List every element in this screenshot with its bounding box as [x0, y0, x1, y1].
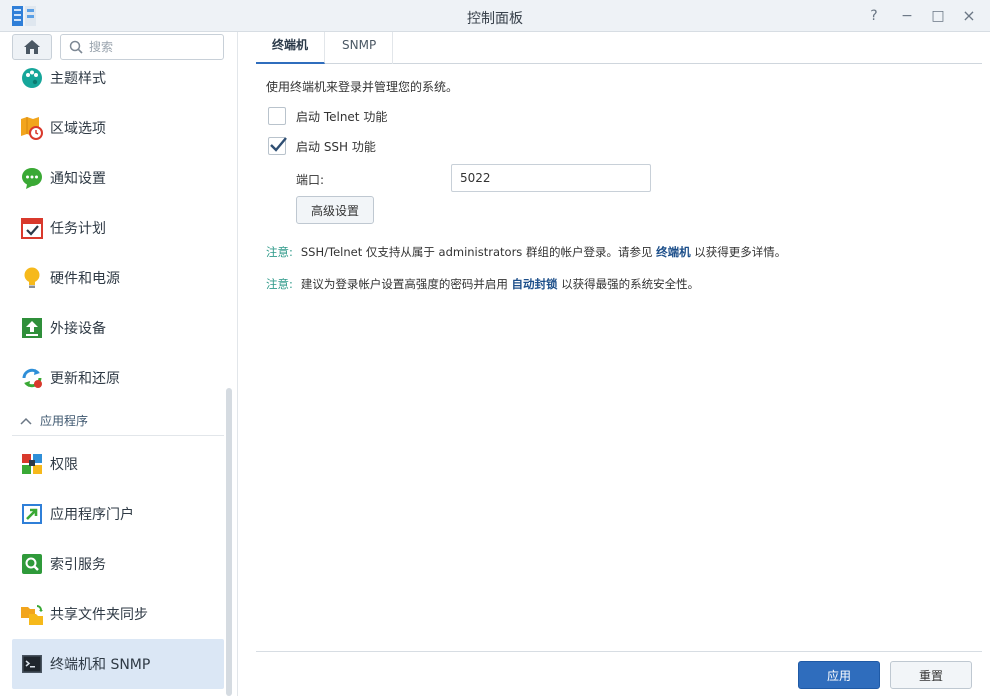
note-text: SSH/Telnet 仅支持从属于 administrators 群组的帐户登录… [300, 245, 653, 259]
note-text: 建议为登录帐户设置高强度的密码并启用 [300, 277, 508, 291]
permission-blocks-icon [22, 454, 42, 474]
note-tag: 注意: [266, 245, 293, 259]
terminal-icon [22, 655, 42, 673]
note-tag: 注意: [266, 277, 293, 291]
sidebar-item-indexing-service[interactable]: 索引服务 [12, 539, 224, 589]
reset-button[interactable]: 重置 [890, 661, 972, 689]
advanced-settings-button[interactable]: 高级设置 [296, 196, 374, 224]
close-button[interactable]: × [959, 6, 979, 26]
telnet-toggle[interactable]: 启动 Telnet 功能 [268, 106, 387, 126]
sidebar-item-label: 区域选项 [50, 121, 106, 137]
sidebar-item-notification[interactable]: 通知设置 [12, 153, 224, 203]
apply-button[interactable]: 应用 [798, 661, 880, 689]
refresh-icon [22, 368, 42, 388]
palette-icon [22, 68, 42, 88]
main-panel: 终端机 SNMP 使用终端机来登录并管理您的系统。 启动 Telnet 功能 启… [256, 32, 982, 696]
sidebar-item-theme[interactable]: 主题样式 [12, 53, 224, 103]
sidebar-item-label: 权限 [50, 457, 78, 473]
port-input[interactable] [451, 164, 651, 192]
sidebar-item-label: 外接设备 [50, 321, 106, 337]
tab-bar: 终端机 SNMP [256, 32, 982, 64]
port-label: 端口: [296, 173, 325, 187]
section-applications-header[interactable]: 应用程序 [12, 406, 224, 436]
checkmark-icon [270, 137, 287, 152]
sidebar-item-label: 任务计划 [50, 221, 106, 237]
calendar-check-icon [21, 218, 43, 239]
title-bar: 控制面板 ? − □ × [0, 0, 990, 32]
terminal-description: 使用终端机来登录并管理您的系统。 [266, 80, 459, 94]
sidebar-item-label: 通知设置 [50, 171, 106, 187]
sidebar: 主题样式 区域选项 通知设置 任务计划 硬件和电源 [0, 32, 238, 696]
sidebar-item-external-devices[interactable]: 外接设备 [12, 303, 224, 353]
tab-snmp[interactable]: SNMP [326, 32, 394, 64]
sidebar-item-label: 共享文件夹同步 [50, 607, 148, 623]
folder-sync-icon [21, 605, 43, 625]
maximize-button[interactable]: □ [928, 6, 948, 26]
sidebar-item-label: 终端机和 SNMP [50, 657, 151, 673]
footer-divider [256, 651, 982, 652]
search-icon [69, 40, 83, 54]
minimize-button[interactable]: − [897, 6, 917, 26]
auto-block-link[interactable]: 自动封锁 [512, 277, 558, 291]
chat-bubble-icon [22, 168, 42, 189]
ssh-toggle[interactable]: 启动 SSH 功能 [268, 136, 376, 156]
note-text: 以获得更多详情。 [694, 245, 787, 259]
note-security: 注意: 建议为登录帐户设置高强度的密码并启用 自动封锁 以获得最强的系统安全性。 [266, 276, 699, 292]
sidebar-item-label: 应用程序门户 [50, 507, 134, 523]
tab-terminal[interactable]: 终端机 [256, 32, 326, 64]
terminal-link[interactable]: 终端机 [656, 245, 691, 259]
sidebar-item-shared-folder-sync[interactable]: 共享文件夹同步 [12, 589, 224, 639]
telnet-checkbox[interactable] [268, 107, 286, 125]
sidebar-item-task-scheduler[interactable]: 任务计划 [12, 203, 224, 253]
note-ssh-telnet: 注意: SSH/Telnet 仅支持从属于 administrators 群组的帐… [266, 244, 786, 260]
portal-arrow-icon [22, 504, 42, 524]
help-button[interactable]: ? [864, 6, 884, 26]
sidebar-item-label: 更新和还原 [50, 371, 120, 387]
map-clock-icon [21, 117, 43, 140]
sidebar-item-label: 硬件和电源 [50, 271, 120, 287]
section-label: 应用程序 [40, 414, 89, 428]
lightbulb-icon [24, 267, 40, 288]
chevron-up-icon [20, 417, 32, 425]
note-text: 以获得最强的系统安全性。 [561, 277, 700, 291]
sidebar-item-hardware-power[interactable]: 硬件和电源 [12, 253, 224, 303]
sidebar-item-privileges[interactable]: 权限 [12, 439, 224, 489]
telnet-label: 启动 Telnet 功能 [296, 109, 388, 124]
search-index-icon [22, 554, 42, 574]
ssh-label: 启动 SSH 功能 [296, 139, 376, 154]
sidebar-item-terminal-snmp[interactable]: 终端机和 SNMP [12, 639, 224, 689]
window-title: 控制面板 [467, 11, 523, 27]
sidebar-item-app-portal[interactable]: 应用程序门户 [12, 489, 224, 539]
upload-device-icon [22, 318, 42, 338]
sidebar-item-update-restore[interactable]: 更新和还原 [12, 353, 224, 403]
sidebar-scrollbar[interactable] [226, 388, 232, 696]
ssh-checkbox[interactable] [268, 137, 287, 155]
sidebar-item-label: 索引服务 [50, 557, 106, 573]
sidebar-item-label: 主题样式 [50, 71, 106, 87]
sidebar-item-region[interactable]: 区域选项 [12, 103, 224, 153]
